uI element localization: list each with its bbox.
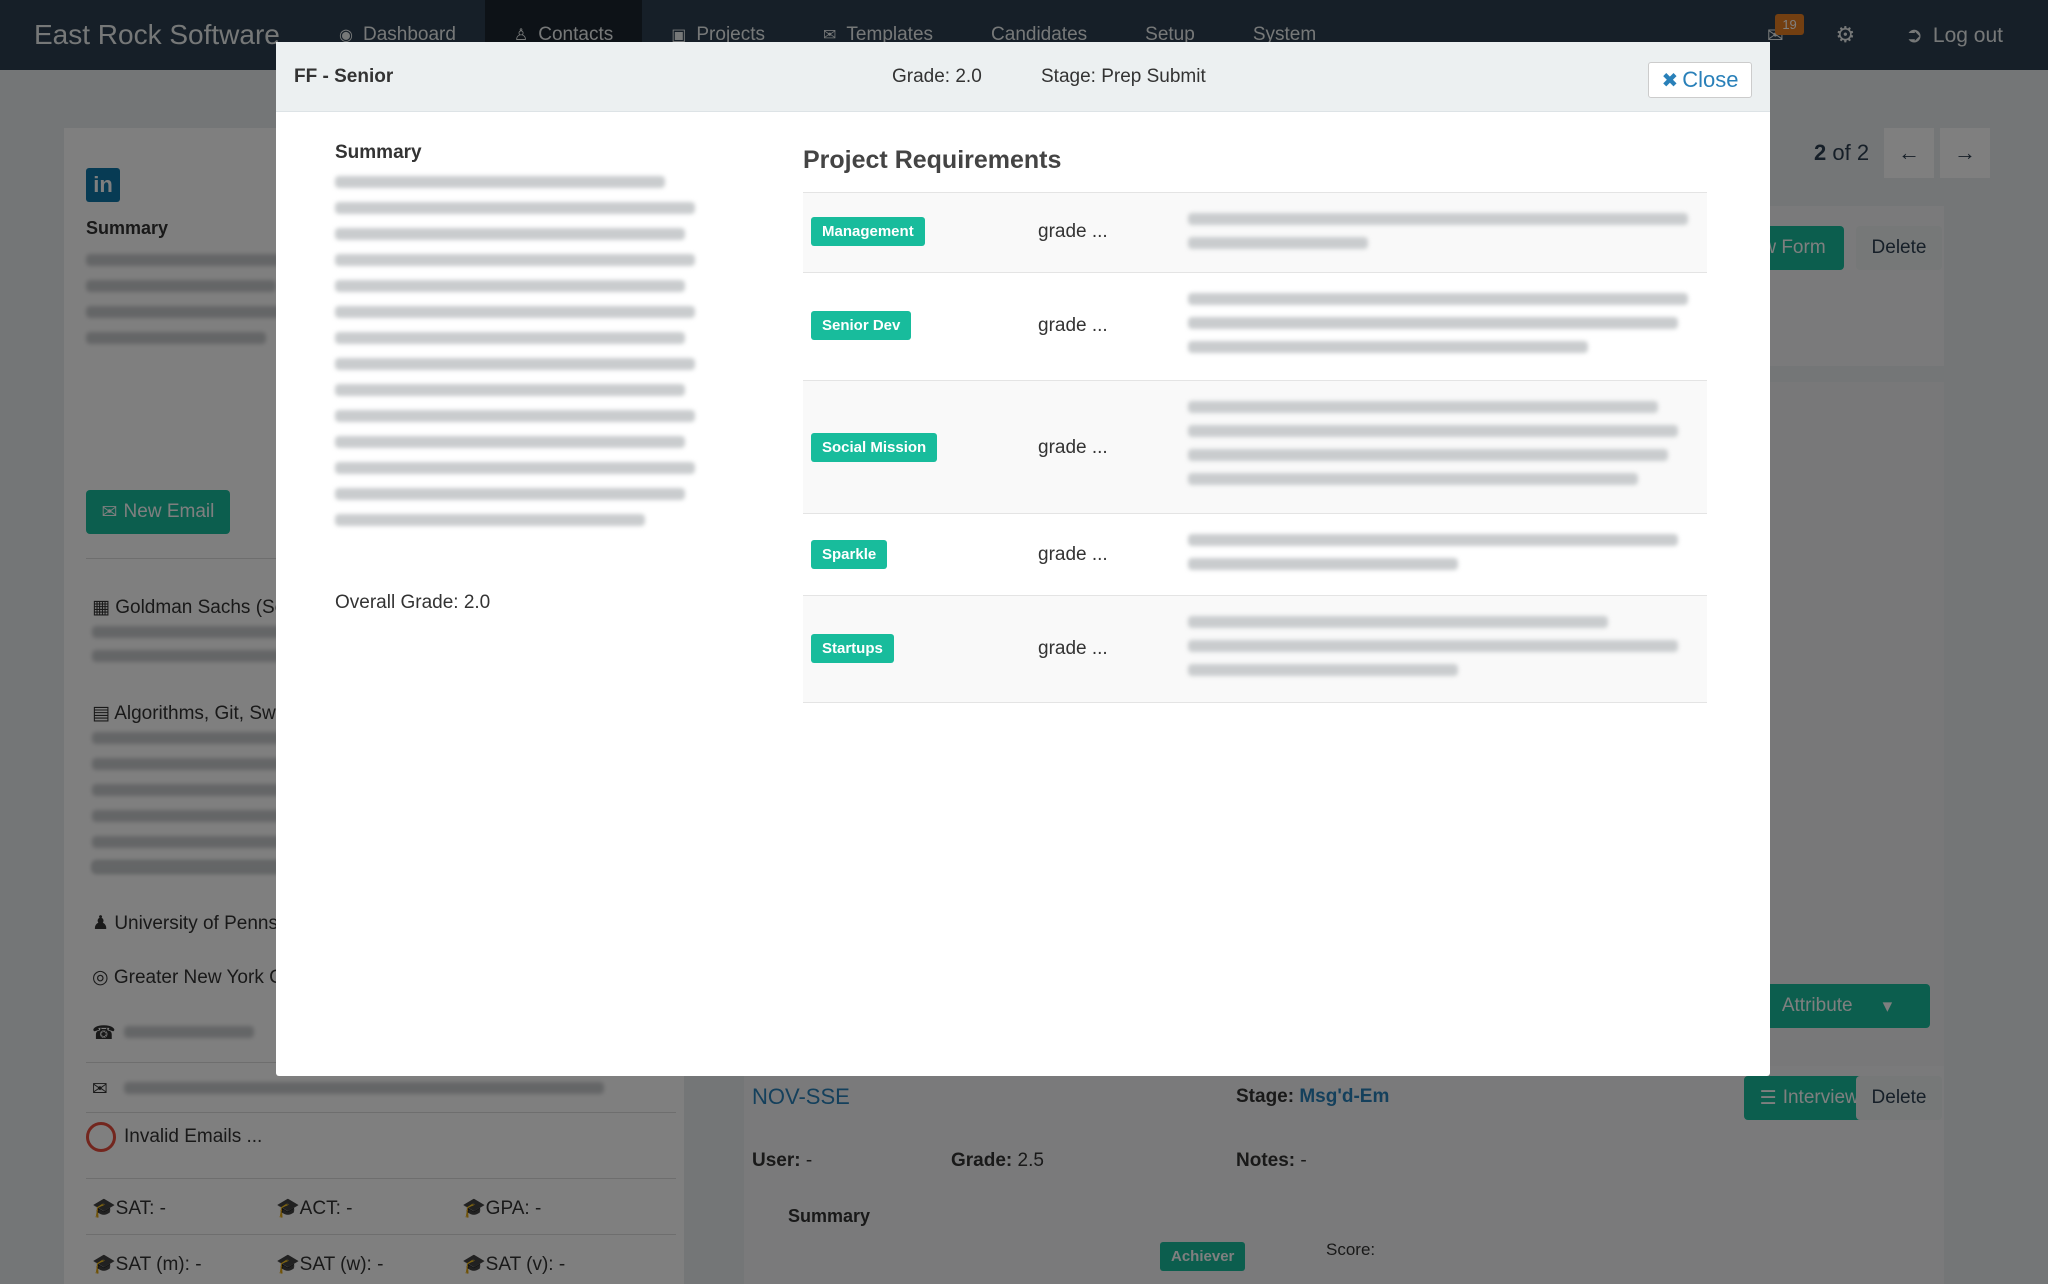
requirement-grade[interactable]: grade ... [1038, 544, 1108, 566]
requirement-grade[interactable]: grade ... [1038, 221, 1108, 243]
requirement-description [1188, 616, 1688, 688]
close-button[interactable]: ✖ Close [1648, 62, 1752, 98]
requirement-row: Social Mission grade ... [803, 380, 1707, 513]
modal-header: FF - Senior Grade: 2.0 Stage: Prep Submi… [276, 42, 1770, 112]
requirement-row: Startups grade ... [803, 595, 1707, 703]
requirement-tag: Management [811, 217, 925, 246]
summary-label: Summary [335, 142, 422, 163]
modal-title: FF - Senior [294, 66, 394, 87]
requirement-description [1188, 213, 1688, 261]
requirement-grade[interactable]: grade ... [1038, 638, 1108, 660]
requirement-grade[interactable]: grade ... [1038, 437, 1108, 459]
project-modal: FF - Senior Grade: 2.0 Stage: Prep Submi… [276, 42, 1770, 1076]
close-icon: ✖ [1661, 69, 1679, 92]
requirement-tag: Startups [811, 634, 894, 663]
modal-grade: Grade: 2.0 [892, 66, 982, 87]
requirement-tag: Sparkle [811, 540, 888, 569]
requirement-row: Sparkle grade ... [803, 513, 1707, 595]
requirement-description [1188, 293, 1688, 365]
overall-grade: Overall Grade: 2.0 [335, 592, 491, 613]
requirement-tag: Social Mission [811, 433, 938, 462]
requirement-grade[interactable]: grade ... [1038, 315, 1108, 337]
requirement-description [1188, 534, 1688, 582]
requirement-row: Senior Dev grade ... [803, 272, 1707, 380]
requirements-table: Management grade ... Senior Dev grade ..… [803, 192, 1707, 703]
requirement-description [1188, 401, 1688, 497]
requirements-title: Project Requirements [803, 146, 1062, 174]
requirement-row: Management grade ... [803, 192, 1707, 272]
requirement-tag: Senior Dev [811, 311, 912, 340]
modal-stage: Stage: Prep Submit [1041, 66, 1206, 87]
